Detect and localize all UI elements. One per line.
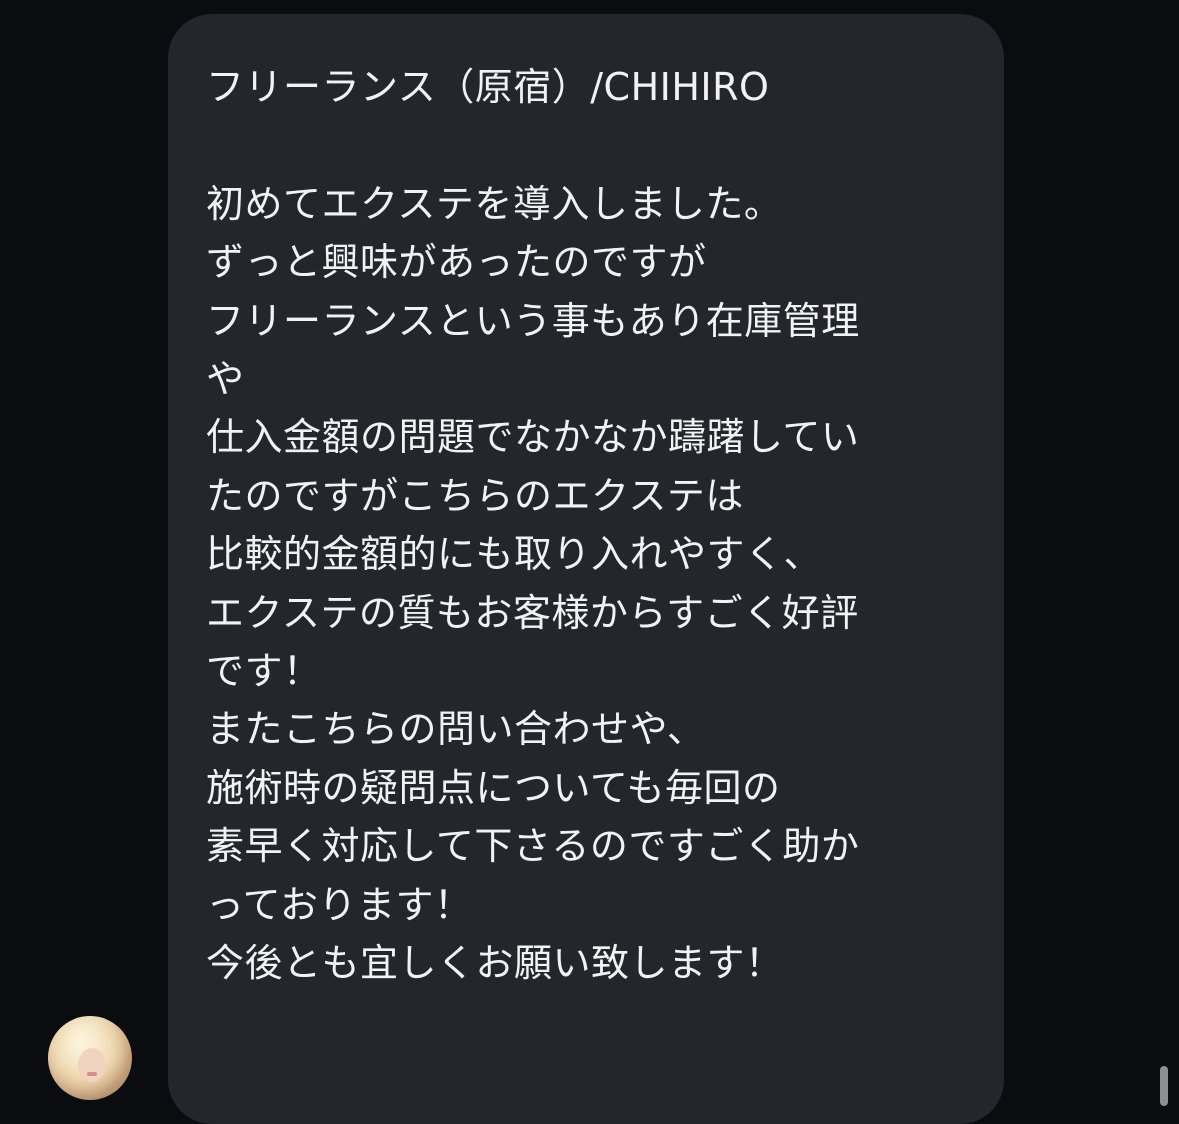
scrollbar-thumb[interactable] bbox=[1160, 1066, 1168, 1106]
message-line: 初めてエクステを導入しました。 bbox=[206, 181, 783, 226]
avatar-face bbox=[78, 1048, 106, 1082]
message-line: フリーランス（原宿）/CHIHIRO bbox=[206, 65, 770, 109]
avatar-lip bbox=[87, 1072, 97, 1076]
message-line: 仕入金額の問題でなかなか躊躇してい bbox=[206, 415, 860, 460]
message-line: 今後とも宜しくお願い致します！ bbox=[206, 941, 784, 986]
message-line: フリーランスという事もあり在庫管理 bbox=[206, 298, 860, 343]
message-line: っております！ bbox=[206, 882, 473, 927]
message-line: や bbox=[206, 357, 245, 402]
sender-avatar[interactable] bbox=[48, 1016, 132, 1100]
message-line: たのですがこちらのエクステは bbox=[206, 473, 744, 518]
message-line: 施術時の疑問点についても毎回の bbox=[206, 765, 781, 810]
message-line: 比較的金額的にも取り入れやすく、 bbox=[206, 532, 823, 577]
message-line: 素早く対応して下さるのですごく助か bbox=[206, 824, 860, 869]
message-line: エクステの質もお客様からすごく好評 bbox=[206, 590, 859, 635]
message-line: またこちらの問い合わせや、 bbox=[206, 707, 706, 752]
message-bubble[interactable]: フリーランス（原宿）/CHIHIRO 初めてエクステを導入しました。 ずっと興味… bbox=[168, 14, 1004, 1124]
message-line: です！ bbox=[206, 649, 322, 694]
message-line: ずっと興味があったのですが bbox=[206, 240, 707, 285]
